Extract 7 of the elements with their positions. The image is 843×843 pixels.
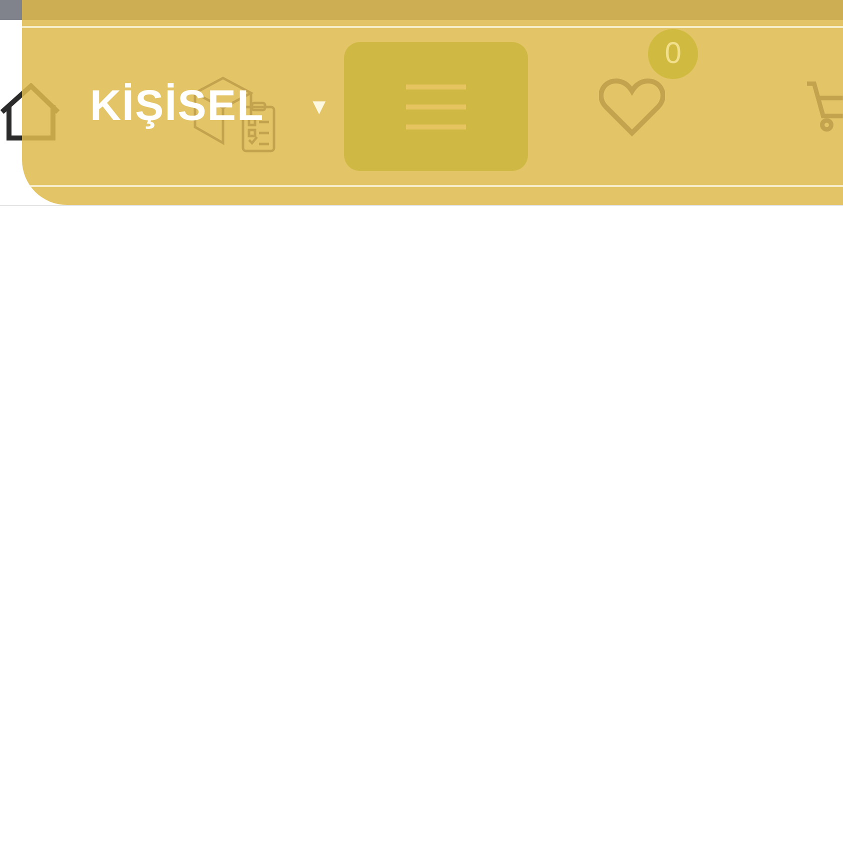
- heart-icon[interactable]: [599, 76, 666, 136]
- menu-title[interactable]: KİŞİSEL: [90, 85, 264, 128]
- favorites-count-badge: 0: [648, 28, 698, 78]
- top-strip: [0, 0, 22, 20]
- dropdown-caret[interactable]: ▼: [308, 96, 330, 118]
- menu-icon: [405, 84, 468, 130]
- menu-button[interactable]: [344, 42, 528, 171]
